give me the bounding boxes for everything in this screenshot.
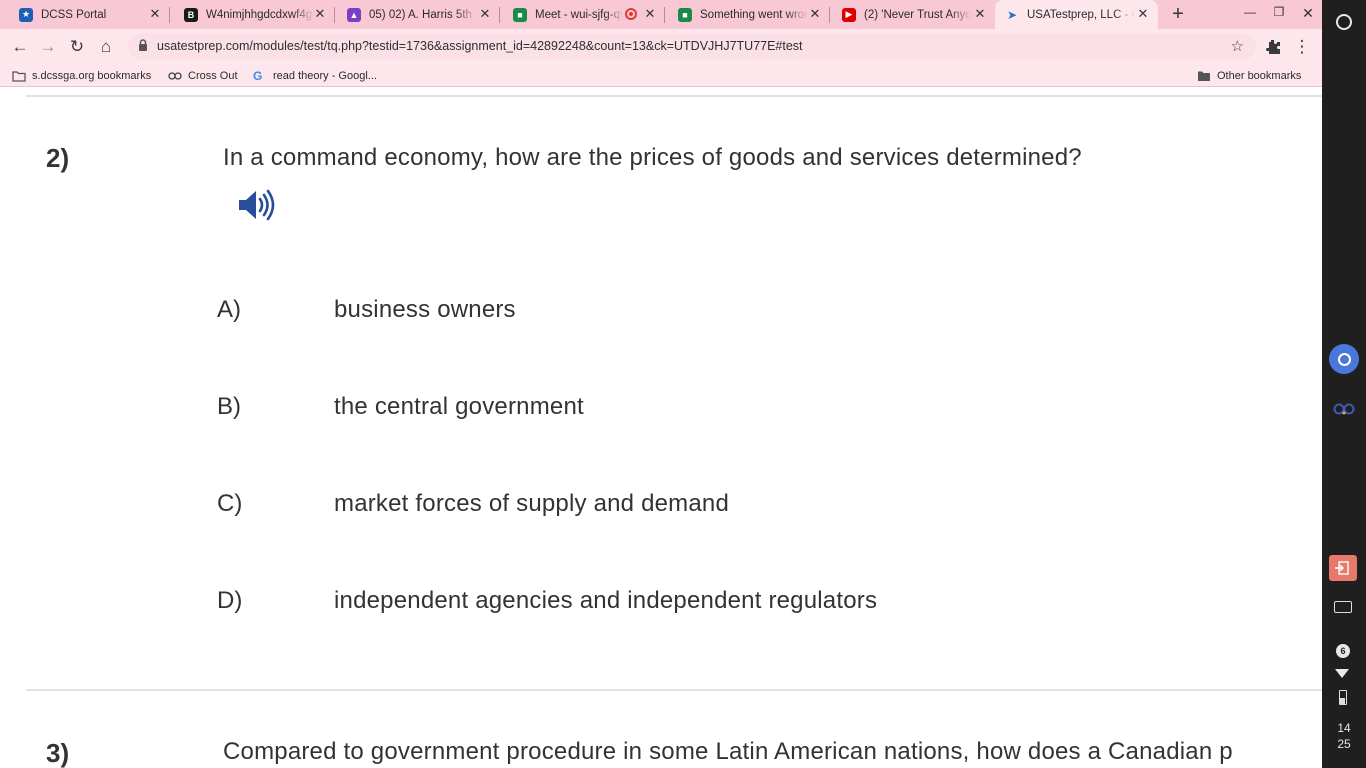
tab-blooket[interactable]: B W4nimjhhgdcdxwf4gc ✕ — [170, 0, 335, 29]
other-bookmarks[interactable]: Other bookmarks — [1197, 68, 1301, 84]
tab-classroom[interactable]: ▲ 05) 02) A. Harris 5th p ✕ — [335, 0, 500, 29]
launcher-icon[interactable] — [1336, 14, 1352, 30]
battery-icon[interactable] — [1339, 690, 1347, 705]
option-letter-b[interactable]: B) — [217, 393, 241, 421]
bookmark-label: read theory - Googl... — [273, 70, 377, 82]
reload-button[interactable]: ↻ — [67, 37, 87, 57]
option-letter-d[interactable]: D) — [217, 587, 242, 615]
notification-count-badge[interactable]: 6 — [1336, 644, 1350, 658]
restore-icon[interactable]: ❐ — [1269, 5, 1289, 23]
close-icon[interactable]: ✕ — [643, 7, 657, 21]
question-text: Compared to government procedure in some… — [223, 738, 1233, 765]
os-shelf: 6 14 25 — [1322, 0, 1366, 768]
option-text-d[interactable]: independent agencies and independent reg… — [334, 587, 877, 615]
folder-icon — [1197, 70, 1211, 82]
speaker-icon[interactable] — [237, 186, 277, 224]
tab-meet[interactable]: ■ Meet - wui-sjfg-qv ✕ — [500, 0, 665, 29]
tab-title: Meet - wui-sjfg-qv — [535, 8, 623, 21]
bookmark-label: Other bookmarks — [1217, 70, 1302, 82]
close-icon[interactable]: ✕ — [1136, 7, 1150, 21]
close-window-icon[interactable]: ✕ — [1298, 5, 1318, 23]
google-icon: G — [253, 69, 263, 83]
bookmark-item[interactable]: G read theory - Googl... — [253, 68, 377, 84]
dcss-portal-icon: ★ — [19, 7, 33, 22]
tab-title: Something went wron — [700, 8, 808, 21]
keyboard-icon[interactable] — [1334, 601, 1352, 613]
new-tab-button[interactable]: + — [1168, 4, 1188, 24]
extensions-icon[interactable] — [1263, 37, 1283, 57]
tab-strip: ★ DCSS Portal ✕ B W4nimjhhgdcdxwf4gc ✕ ▲… — [0, 0, 1322, 29]
chrome-app-icon[interactable] — [1329, 344, 1359, 374]
question-number: 3) — [46, 738, 70, 768]
toolbar: ← → ↻ ⌂ usatestprep.com/modules/test/tq.… — [0, 29, 1322, 64]
bookmark-item[interactable]: s.dcssga.org bookmarks — [12, 68, 151, 84]
tab-title: DCSS Portal — [41, 8, 107, 21]
blooket-icon: B — [184, 7, 198, 22]
close-icon[interactable]: ✕ — [148, 7, 162, 21]
youtube-icon: ▶ — [842, 7, 856, 22]
bookmark-label: s.dcssga.org bookmarks — [32, 70, 152, 82]
tab-youtube[interactable]: ▶ (2) 'Never Trust Anyon ✕ — [830, 0, 995, 29]
tab-title: USATestprep, LLC - On — [1027, 8, 1135, 21]
address-bar[interactable]: usatestprep.com/modules/test/tq.php?test… — [128, 33, 1256, 60]
bookmarks-bar: s.dcssga.org bookmarks Cross Out G read … — [0, 64, 1322, 87]
cross-out-icon — [168, 70, 182, 82]
clock-minute: 25 — [1337, 737, 1351, 751]
wifi-icon[interactable] — [1335, 669, 1349, 678]
minimize-icon[interactable]: — — [1240, 5, 1260, 23]
folder-icon — [12, 70, 26, 82]
url-text: usatestprep.com/modules/test/tq.php?test… — [157, 39, 803, 53]
option-text-c[interactable]: market forces of supply and demand — [334, 490, 729, 518]
menu-kebab-icon[interactable]: ⋮ — [1292, 37, 1312, 57]
back-button[interactable]: ← — [10, 37, 30, 57]
test-page: 2) In a command economy, how are the pri… — [0, 87, 1322, 768]
usatestprep-icon: ➤ — [1005, 7, 1019, 22]
tab-title: (2) 'Never Trust Anyon — [864, 8, 972, 21]
tab-dcss-portal[interactable]: ★ DCSS Portal ✕ — [0, 0, 170, 29]
tab-meet-error[interactable]: ■ Something went wron ✕ — [665, 0, 830, 29]
question-number: 2) — [46, 143, 70, 173]
divider — [26, 689, 1322, 691]
home-button[interactable]: ⌂ — [96, 37, 116, 57]
option-letter-a[interactable]: A) — [217, 296, 241, 324]
option-letter-c[interactable]: C) — [217, 490, 242, 518]
exit-icon[interactable] — [1329, 555, 1357, 581]
tab-usatestprep[interactable]: ➤ USATestprep, LLC - On ✕ — [995, 0, 1158, 29]
divider — [26, 95, 1322, 97]
recording-indicator-icon — [625, 8, 637, 20]
cross-out-app-icon[interactable] — [1333, 400, 1355, 416]
tab-title: 05) 02) A. Harris 5th p — [369, 8, 477, 21]
bookmark-label: Cross Out — [188, 70, 238, 82]
meet-icon: ■ — [678, 7, 692, 22]
bookmark-star-icon[interactable]: ☆ — [1231, 37, 1244, 55]
close-icon[interactable]: ✕ — [808, 7, 822, 21]
classroom-icon: ▲ — [347, 7, 361, 22]
close-icon[interactable]: ✕ — [973, 7, 987, 21]
meet-icon: ■ — [513, 7, 527, 22]
option-text-b[interactable]: the central government — [334, 393, 584, 421]
bookmark-item[interactable]: Cross Out — [168, 68, 238, 84]
option-text-a[interactable]: business owners — [334, 296, 516, 324]
lock-icon — [139, 39, 147, 51]
close-icon[interactable]: ✕ — [478, 7, 492, 21]
close-icon[interactable]: ✕ — [313, 7, 327, 21]
clock[interactable]: 14 25 — [1322, 720, 1366, 752]
forward-button[interactable]: → — [38, 37, 58, 57]
browser-window: ★ DCSS Portal ✕ B W4nimjhhgdcdxwf4gc ✕ ▲… — [0, 0, 1322, 768]
question-text: In a command economy, how are the prices… — [223, 144, 1082, 171]
clock-hour: 14 — [1337, 721, 1351, 735]
tab-title: W4nimjhhgdcdxwf4gc — [206, 8, 314, 21]
